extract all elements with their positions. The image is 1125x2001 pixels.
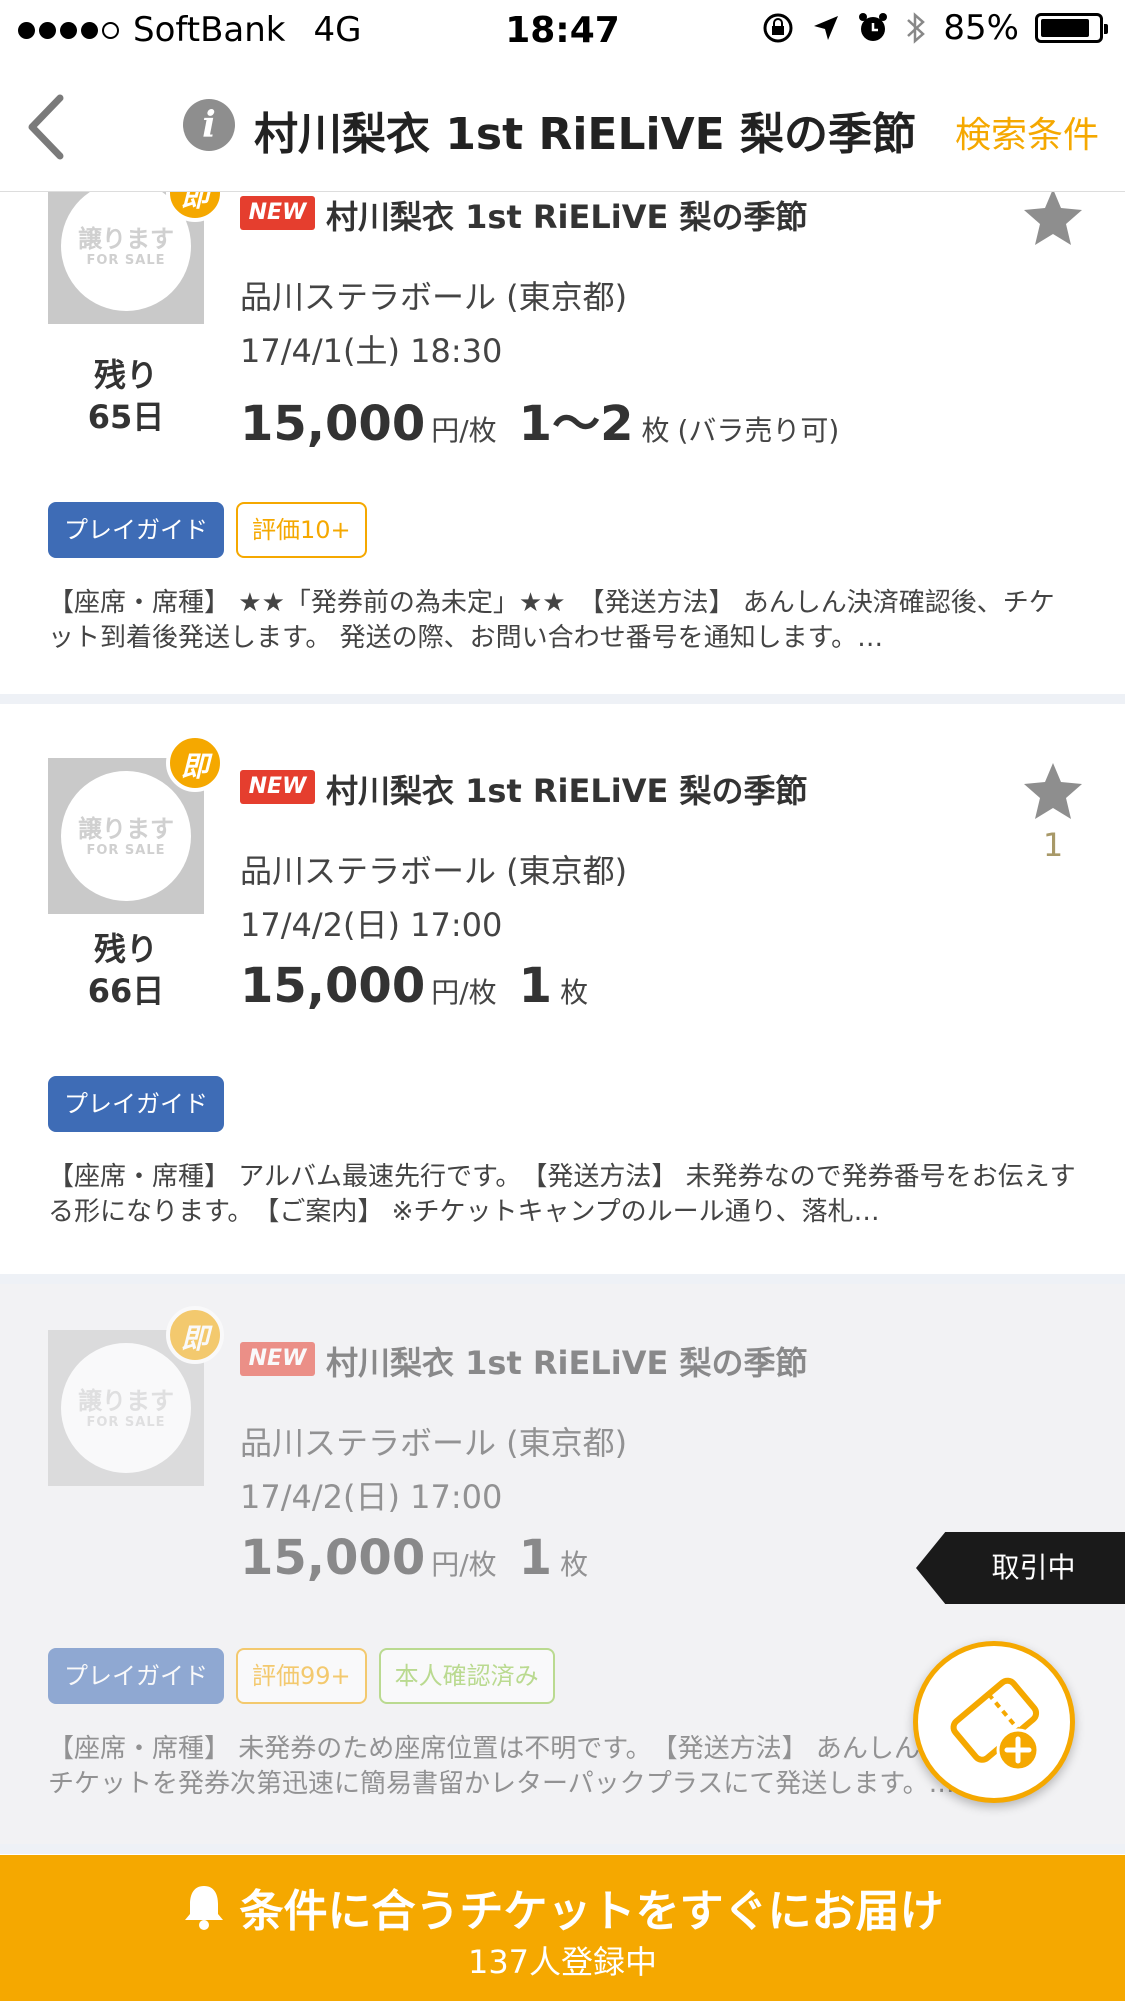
price-unit: 円/枚 (431, 976, 497, 1009)
play-guide-tag: プレイガイド (48, 1648, 224, 1704)
new-badge: NEW (240, 770, 315, 804)
event-datetime: 17/4/2(日) 17:00 (240, 1478, 503, 1516)
battery-percent: 85% (943, 8, 1019, 48)
price-row: 15,000 円/枚 1〜2 枚 (バラ売り可) (240, 384, 839, 454)
search-conditions-button[interactable]: 検索条件 (955, 106, 1099, 158)
quantity-unit: 枚 (641, 414, 670, 447)
tag-list: プレイガイド 評価99+ 本人確認済み (48, 1648, 555, 1704)
identity-verified-tag: 本人確認済み (378, 1648, 555, 1704)
remaining-days: 残り 65日 (87, 356, 165, 436)
alarm-icon (859, 13, 888, 41)
favorite-star-icon[interactable] (1022, 760, 1084, 822)
listing-description: 【座席・席種】 ★★「発券前の為未定」★★ 【発送方法】 あんしん決済確認後、チ… (48, 588, 1055, 653)
rating-tag: 評価99+ (236, 1648, 367, 1704)
listing-card[interactable]: 譲ります FOR SALE 即 残り 65日 NEW 村川梨衣 1st RiEL… (0, 190, 1125, 704)
back-chevron-icon[interactable] (20, 92, 80, 162)
quantity: 1 (518, 1530, 553, 1586)
rating-tag: 評価10+ (236, 502, 367, 558)
bell-icon (184, 1886, 223, 1930)
new-badge: NEW (240, 1342, 315, 1376)
ticket-add-icon (950, 1677, 1040, 1772)
event-datetime: 17/4/1(土) 18:30 (240, 332, 503, 370)
price-row: 15,000 円/枚 1 枚 (240, 1530, 588, 1586)
event-datetime: 17/4/2(日) 17:00 (240, 906, 503, 944)
instant-badge: 即 (166, 1306, 224, 1364)
venue: 品川ステラボール (東京都) (240, 278, 628, 316)
page-title: 村川梨衣 1st RiELiVE 梨の季節 (254, 109, 917, 160)
play-guide-tag: プレイガイド (48, 1076, 224, 1132)
tag-list: プレイガイド (48, 1076, 224, 1132)
battery-icon (1035, 13, 1108, 43)
quantity: 1〜2 (518, 396, 634, 452)
rotation-lock-icon (763, 13, 793, 43)
listing-title: 村川梨衣 1st RiELiVE 梨の季節 (326, 1344, 808, 1382)
notify-banner-title: 条件に合うチケットをすぐにお届け (0, 1875, 1125, 1939)
trading-status-ribbon: 取引中 (916, 1532, 1125, 1604)
nav-bar: i 村川梨衣 1st RiELiVE 梨の季節 検索条件 (0, 62, 1125, 192)
remaining-days: 残り 66日 (87, 930, 165, 1010)
quantity-note: (バラ売り可) (677, 414, 840, 447)
tag-list: プレイガイド 評価10+ (48, 502, 367, 558)
bluetooth-icon (907, 12, 926, 44)
quantity-unit: 枚 (560, 976, 589, 1009)
price-unit: 円/枚 (431, 1548, 497, 1581)
listing-description: 【座席・席種】 アルバム最速先行です。 【発送方法】 未発券なので発券番号をお伝… (48, 1162, 1076, 1227)
listing-card[interactable]: 譲ります FOR SALE 即 残り 66日 NEW 村川梨衣 1st RiEL… (0, 712, 1125, 1284)
quantity-unit: 枚 (560, 1548, 589, 1581)
favorite-count: 1 (1042, 826, 1064, 864)
quantity: 1 (518, 958, 553, 1014)
venue: 品川ステラボール (東京都) (240, 852, 628, 890)
listing-title: 村川梨衣 1st RiELiVE 梨の季節 (326, 772, 808, 810)
notify-banner[interactable]: 条件に合うチケットをすぐにお届け 137人登録中 (0, 1855, 1125, 2001)
price-row: 15,000 円/枚 1 枚 (240, 958, 588, 1014)
info-icon[interactable]: i (183, 99, 235, 151)
registered-count: 137人登録中 (467, 1943, 658, 1981)
price: 15,000 (240, 396, 426, 452)
location-arrow-icon (814, 16, 839, 40)
play-guide-tag: プレイガイド (48, 502, 224, 558)
price-unit: 円/枚 (431, 414, 497, 447)
favorite-star-icon[interactable] (1022, 190, 1084, 248)
status-bar: SoftBank 4G 18:47 85% (0, 0, 1125, 62)
new-badge: NEW (240, 196, 315, 230)
listing-title: 村川梨衣 1st RiELiVE 梨の季節 (326, 198, 808, 236)
instant-badge: 即 (166, 734, 224, 792)
venue: 品川ステラボール (東京都) (240, 1424, 628, 1462)
post-ticket-fab[interactable] (913, 1641, 1075, 1803)
price: 15,000 (240, 1530, 426, 1586)
price: 15,000 (240, 958, 426, 1014)
